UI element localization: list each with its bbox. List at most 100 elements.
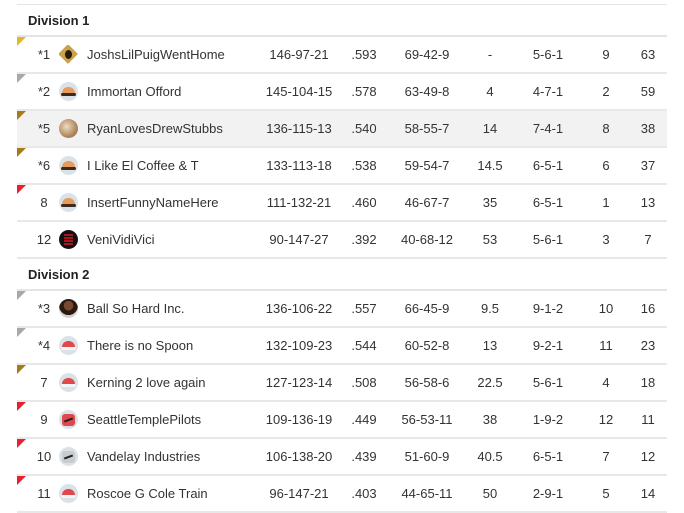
moves-count: 12 [629,438,668,476]
team-name-link[interactable]: Kerning 2 love again [87,375,206,390]
team-link[interactable]: RyanLovesDrewStubbs [59,119,257,138]
team-link[interactable]: There is no Spoon [59,336,257,355]
rank-label: *2 [37,84,51,99]
games-back: 40.5 [467,438,513,476]
moves-count: 16 [629,290,668,328]
moves-count: 63 [629,36,668,74]
win-pct: .593 [341,36,387,74]
moves-count: 7 [629,221,668,259]
waiver-priority: 7 [583,438,629,476]
rank-cell: *6 [17,147,59,185]
waiver-priority: 11 [583,327,629,365]
team-link[interactable]: JoshsLilPuigWentHome [59,45,257,64]
last-week: 6-5-1 [513,184,583,222]
red-cap-icon[interactable] [59,484,78,503]
team-name-link[interactable]: JoshsLilPuigWentHome [87,47,225,62]
team-record: 133-113-18 [257,147,341,185]
win-pct: .557 [341,290,387,328]
photo-avatar-icon[interactable] [59,119,78,138]
win-pct: .460 [341,184,387,222]
team-cell: RyanLovesDrewStubbs [59,110,257,148]
rank-label: *3 [37,301,51,316]
division-title: Division 1 [17,5,668,37]
team-row: *1 JoshsLilPuigWentHome 146-97-21.593 69-42… [17,36,668,74]
playoff-flag-icon [17,328,26,337]
team-name-link[interactable]: Roscoe G Cole Train [87,486,208,501]
last-week: 6-5-1 [513,438,583,476]
games-back: 22.5 [467,364,513,402]
division-record: 59-54-7 [387,147,467,185]
red-jersey-icon[interactable] [59,410,78,429]
win-pct: .403 [341,475,387,513]
gray-jersey-icon[interactable] [59,447,78,466]
team-name-link[interactable]: Vandelay Industries [87,449,200,464]
team-name-link[interactable]: Immortan Offord [87,84,181,99]
team-cell: There is no Spoon [59,327,257,365]
team-row: *4 There is no Spoon 132-109-23.544 60-52-8… [17,327,668,365]
team-cell: InsertFunnyNameHere [59,184,257,222]
waiver-priority: 9 [583,36,629,74]
last-week: 6-5-1 [513,147,583,185]
keep-calm-icon[interactable] [59,230,78,249]
team-name-link[interactable]: RyanLovesDrewStubbs [87,121,223,136]
last-week: 7-4-1 [513,110,583,148]
team-link[interactable]: Kerning 2 love again [59,373,257,392]
team-link[interactable]: Immortan Offord [59,82,257,101]
team-name-link[interactable]: There is no Spoon [87,338,193,353]
team-link[interactable]: Roscoe G Cole Train [59,484,257,503]
pirate-logo-icon[interactable] [59,45,78,64]
last-week: 9-2-1 [513,327,583,365]
team-link[interactable]: VeniVidiVici [59,230,257,249]
division-header: Division 1 [17,5,668,37]
red-cap-icon[interactable] [59,336,78,355]
orange-cap-icon[interactable] [59,82,78,101]
standings-table: Division 1 *1 JoshsLilPuigWentHome 146-97-2… [17,5,668,513]
moves-count: 13 [629,184,668,222]
win-pct: .439 [341,438,387,476]
win-pct: .544 [341,327,387,365]
team-link[interactable]: Ball So Hard Inc. [59,299,257,318]
waiver-priority: 6 [583,147,629,185]
team-row: 8 InsertFunnyNameHere 111-132-21.460 46-67-… [17,184,668,222]
team-link[interactable]: Vandelay Industries [59,447,257,466]
team-cell: VeniVidiVici [59,221,257,259]
team-name-link[interactable]: SeattleTemplePilots [87,412,201,427]
last-week: 5-6-1 [513,36,583,74]
last-week: 1-9-2 [513,401,583,439]
rank-label: *6 [37,158,51,173]
waiver-priority: 3 [583,221,629,259]
standings-body: Division 1 *1 JoshsLilPuigWentHome 146-97-2… [17,5,668,513]
games-back: - [467,36,513,74]
division-record: 58-55-7 [387,110,467,148]
team-record: 106-138-20 [257,438,341,476]
team-link[interactable]: I Like El Coffee & T [59,156,257,175]
moves-count: 18 [629,364,668,402]
orange-cap-icon[interactable] [59,193,78,212]
division-record: 56-53-11 [387,401,467,439]
division-record: 69-42-9 [387,36,467,74]
team-name-link[interactable]: InsertFunnyNameHere [87,195,219,210]
team-row: *2 Immortan Offord 145-104-15.578 63-49-8 4 4… [17,73,668,111]
team-name-link[interactable]: VeniVidiVici [87,232,154,247]
team-record: 136-115-13 [257,110,341,148]
orange-cap-icon[interactable] [59,156,78,175]
division-record: 46-67-7 [387,184,467,222]
playoff-flag-icon [17,402,26,411]
last-week: 9-1-2 [513,290,583,328]
team-link[interactable]: InsertFunnyNameHere [59,193,257,212]
team-link[interactable]: SeattleTemplePilots [59,410,257,429]
last-week: 4-7-1 [513,73,583,111]
team-record: 132-109-23 [257,327,341,365]
team-name-link[interactable]: Ball So Hard Inc. [87,301,185,316]
team-record: 145-104-15 [257,73,341,111]
person-photo-icon[interactable] [59,299,78,318]
games-back: 14.5 [467,147,513,185]
team-cell: Immortan Offord [59,73,257,111]
team-name-link[interactable]: I Like El Coffee & T [87,158,199,173]
division-title: Division 2 [17,258,668,291]
games-back: 9.5 [467,290,513,328]
red-cap-icon[interactable] [59,373,78,392]
team-record: 111-132-21 [257,184,341,222]
games-back: 38 [467,401,513,439]
playoff-flag-icon [17,476,26,485]
